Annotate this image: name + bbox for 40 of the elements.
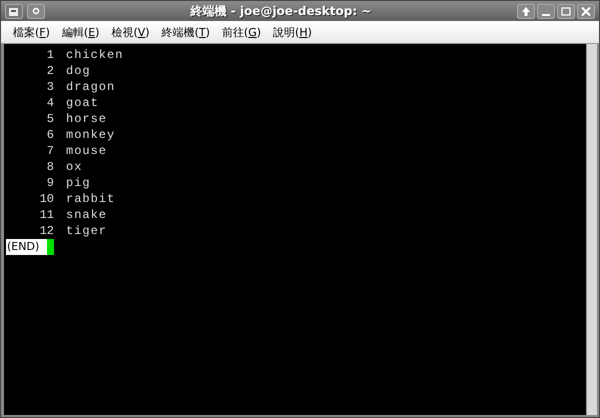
line-number: 11: [38, 207, 54, 223]
line-text: pig: [66, 175, 91, 191]
close-icon[interactable]: [577, 4, 595, 18]
line-number: 4: [46, 95, 54, 111]
minimize-icon[interactable]: [537, 4, 555, 18]
line-text: chicken: [66, 47, 124, 63]
line-text: dragon: [66, 79, 116, 95]
cursor: [47, 239, 54, 255]
line-number: 5: [46, 111, 54, 127]
line-number: 6: [46, 127, 54, 143]
pager-prompt: (END): [6, 239, 48, 255]
line-number: 9: [46, 175, 54, 191]
window-title: 終端機 - joe@joe-desktop: ~: [189, 2, 372, 20]
line-text: snake: [66, 207, 108, 223]
pin-icon[interactable]: [27, 4, 45, 18]
line-text: ox: [66, 159, 82, 175]
menu-icon[interactable]: [5, 4, 23, 18]
maximize-icon[interactable]: [557, 4, 575, 18]
menu-item[interactable]: 說明(H): [267, 22, 318, 42]
line-number: 12: [38, 223, 54, 239]
line-number: 10: [38, 191, 54, 207]
line-number: 2: [46, 63, 54, 79]
line-number: 1: [46, 47, 54, 63]
line-text: dog: [66, 63, 91, 79]
menu-item[interactable]: 編輯(E): [56, 22, 106, 42]
line-text: monkey: [66, 127, 116, 143]
line-text: rabbit: [66, 191, 116, 207]
menu-item[interactable]: 檔案(F): [7, 22, 56, 42]
menu-item[interactable]: 前往(G): [216, 22, 268, 42]
line-text: tiger: [66, 223, 108, 239]
line-number: 8: [46, 159, 54, 175]
menu-item[interactable]: 檢視(V): [105, 22, 156, 42]
scrollbar[interactable]: [586, 44, 597, 415]
line-text: mouse: [66, 143, 108, 159]
menu-item[interactable]: 終端機(T): [156, 22, 216, 42]
line-number: 3: [46, 79, 54, 95]
shade-icon[interactable]: [517, 4, 535, 18]
line-number: 7: [46, 143, 54, 159]
line-text: goat: [66, 95, 99, 111]
line-text: horse: [66, 111, 108, 127]
